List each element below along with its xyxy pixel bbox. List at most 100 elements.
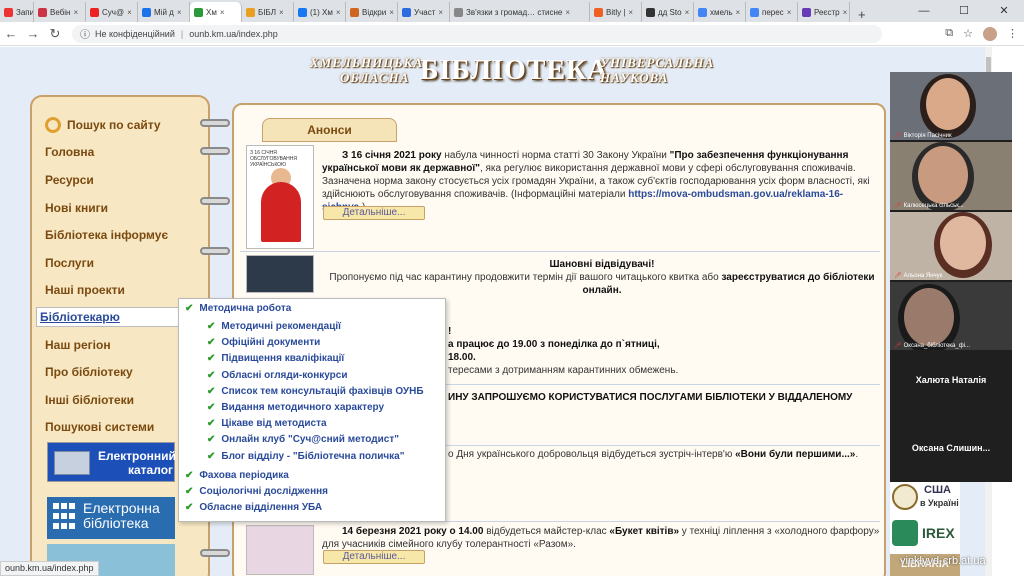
close-tab-icon[interactable]: × bbox=[438, 8, 443, 17]
tab-favicon-icon bbox=[698, 7, 707, 17]
browser-tab[interactable]: Зв'язки з громад… стисне × bbox=[450, 2, 590, 22]
back-icon[interactable]: ← bbox=[0, 26, 22, 41]
submenu-item[interactable]: ✔ Методична робота bbox=[185, 303, 291, 314]
elibrary-line1: Електронна bbox=[83, 500, 160, 516]
browser-tab[interactable]: Вебін × bbox=[34, 2, 86, 22]
submenu-item[interactable]: ✔ Підвищення кваліфікації bbox=[207, 353, 344, 364]
browser-tab[interactable]: Мій д × bbox=[138, 2, 190, 22]
browser-tab[interactable]: перес × bbox=[746, 2, 798, 22]
news6-image[interactable] bbox=[246, 525, 314, 575]
browser-tab[interactable]: (1) Хм × bbox=[294, 2, 346, 22]
submenu-item[interactable]: ✔ Видання методичного характеру bbox=[207, 402, 384, 413]
tab-favicon-icon bbox=[142, 7, 151, 17]
menu-item[interactable]: Бібліотека інформує bbox=[45, 228, 168, 242]
info-icon[interactable]: ⓘ bbox=[80, 26, 90, 41]
submenu-item[interactable]: ✔ Онлайн клуб "Суч@сний методист" bbox=[207, 434, 399, 445]
browser-tab[interactable]: Реєстр × bbox=[798, 2, 850, 22]
status-bar-url: ounb.km.ua/index.php bbox=[0, 561, 99, 576]
search-label: Пошук по сайту bbox=[67, 118, 161, 132]
submenu-item[interactable]: ✔ Обласне відділення УБА bbox=[185, 502, 322, 513]
checkmark-icon: ✔ bbox=[207, 337, 216, 349]
close-tab-icon[interactable]: × bbox=[127, 8, 132, 17]
close-tab-icon[interactable]: × bbox=[177, 8, 182, 17]
close-window-button[interactable]: ✕ bbox=[984, 0, 1024, 22]
site-search-link[interactable]: Пошук по сайту bbox=[45, 117, 161, 133]
browser-tab[interactable]: Відкри × bbox=[346, 2, 398, 22]
browser-tab[interactable]: хмель × bbox=[694, 2, 746, 22]
forward-icon[interactable]: → bbox=[22, 26, 44, 41]
submenu-item[interactable]: ✔ Цікаве від методиста bbox=[207, 418, 327, 429]
browser-tab[interactable]: Хм × bbox=[190, 2, 242, 22]
close-tab-icon[interactable]: × bbox=[787, 8, 792, 17]
submenu-item-label: Блог відділу - "Бібліотечна поличка" bbox=[221, 450, 405, 462]
submenu-item[interactable]: ✔ Список тем консультацій фахівців ОУНБ bbox=[207, 386, 424, 397]
news6-more-button[interactable]: Детальніше... bbox=[323, 550, 425, 564]
close-tab-icon[interactable]: × bbox=[565, 8, 570, 17]
new-tab-button[interactable]: + bbox=[850, 7, 874, 22]
participant-video[interactable]: 🎤︎ Вікторія Пасічник bbox=[890, 72, 1012, 140]
browser-tab[interactable]: Участ × bbox=[398, 2, 450, 22]
address-bar-row: ← → ↻ ⓘ Не конфіденційний | ounb.km.ua/i… bbox=[0, 22, 1024, 46]
close-tab-icon[interactable]: × bbox=[336, 8, 341, 17]
participant-video[interactable]: 🎤︎ Оксана_бібліотека_фі... bbox=[890, 282, 1012, 350]
url-bar[interactable]: ⓘ Не конфіденційний | ounb.km.ua/index.p… bbox=[72, 24, 882, 43]
submenu-item-label: Методичні рекомендації bbox=[221, 321, 341, 332]
submenu-item[interactable]: ✔ Соціологічні дослідження bbox=[185, 486, 328, 497]
participant-video[interactable]: 🎤︎ Калюсецька сільськ... bbox=[890, 142, 1012, 210]
close-tab-icon[interactable]: × bbox=[279, 8, 284, 17]
participant-name-text: Калюсецька сільськ... bbox=[903, 203, 964, 209]
submenu-item[interactable]: ✔ Обласні огляди-конкурси bbox=[207, 370, 347, 381]
usa-embassy-logo[interactable]: США в Україні bbox=[890, 482, 960, 512]
news1-more-button[interactable]: Детальніше... bbox=[323, 206, 425, 220]
menu-item[interactable]: Нові книги bbox=[45, 201, 108, 215]
irex-logo[interactable]: IREX bbox=[890, 518, 960, 550]
elibrary-line2: бібліотека bbox=[83, 515, 149, 531]
close-tab-icon[interactable]: × bbox=[736, 8, 741, 17]
ecatalog-line2: каталог bbox=[128, 463, 174, 477]
close-tab-icon[interactable]: × bbox=[73, 8, 78, 17]
menu-item[interactable]: Наші проекти bbox=[45, 283, 125, 297]
close-tab-icon[interactable]: × bbox=[843, 8, 848, 17]
close-tab-icon[interactable]: × bbox=[389, 8, 394, 17]
submenu-item[interactable]: ✔ Офіційні документи bbox=[207, 337, 320, 348]
participant-name-text: Оксана_бібліотека_фі... bbox=[903, 343, 971, 349]
news6-body: відбудеться майстер-клас bbox=[483, 526, 610, 537]
tab-favicon-icon bbox=[38, 7, 47, 17]
menu-item[interactable]: Наш регіон bbox=[45, 338, 111, 352]
close-tab-icon[interactable]: × bbox=[220, 8, 225, 17]
profile-avatar[interactable] bbox=[983, 26, 997, 41]
menu-item[interactable]: Про бібліотеку bbox=[45, 365, 133, 379]
close-tab-icon[interactable]: × bbox=[628, 8, 633, 17]
menu-dots-icon[interactable]: ⋮ bbox=[1007, 27, 1018, 40]
submenu-item[interactable]: ✔ Методичні рекомендації bbox=[207, 321, 341, 332]
browser-tab[interactable]: Запис bbox=[0, 2, 34, 22]
reload-icon[interactable]: ↻ bbox=[44, 26, 66, 42]
participant-video[interactable]: 🎤︎ Альона Янчук bbox=[890, 212, 1012, 280]
minimize-button[interactable]: — bbox=[904, 0, 944, 22]
browser-tab[interactable]: Суч@ × bbox=[86, 2, 138, 22]
news2-image[interactable] bbox=[246, 255, 314, 293]
participant-name-tile[interactable]: Халюта Наталія bbox=[890, 375, 1012, 385]
elibrary-banner[interactable]: Електронна бібліотека bbox=[47, 497, 175, 539]
participant-name: 🎤︎ Калюсецька сільськ... bbox=[894, 202, 964, 209]
submenu-item[interactable]: ✔ Блог відділу - "Бібліотечна поличка" bbox=[207, 451, 404, 462]
browser-tab[interactable]: БІБЛ × bbox=[242, 2, 294, 22]
tab-label: Реєстр bbox=[814, 7, 840, 17]
menu-item[interactable]: Послуги bbox=[45, 256, 94, 270]
menu-item[interactable]: Ресурси bbox=[45, 173, 94, 187]
browser-tab[interactable]: Bitly | × bbox=[590, 2, 642, 22]
browser-tab[interactable]: дд Sto × bbox=[642, 2, 694, 22]
ecatalog-banner[interactable]: Електронний каталог bbox=[47, 442, 176, 482]
menu-item[interactable]: Інші бібліотеки bbox=[45, 393, 134, 407]
news1-image[interactable]: З 16 СІЧНЯ ОБСЛУГОВУВАННЯ УКРАЇНСЬКОЮ bbox=[246, 145, 314, 249]
submenu-item[interactable]: ✔ Фахова періодика bbox=[185, 470, 289, 481]
close-tab-icon[interactable]: × bbox=[685, 8, 690, 17]
menu-item[interactable]: Пошукові системи bbox=[45, 420, 154, 434]
submenu-item-label: Офіційні документи bbox=[221, 337, 321, 349]
maximize-button[interactable]: ☐ bbox=[944, 0, 984, 22]
menu-item-librarian[interactable]: Бібліотекарю bbox=[36, 307, 186, 327]
bookmark-star-icon[interactable]: ☆ bbox=[963, 27, 973, 40]
menu-item[interactable]: Головна bbox=[45, 145, 94, 159]
translate-icon[interactable]: ⧉ bbox=[945, 27, 953, 40]
participant-name-tile[interactable]: Оксана Слишин... bbox=[890, 443, 1012, 453]
